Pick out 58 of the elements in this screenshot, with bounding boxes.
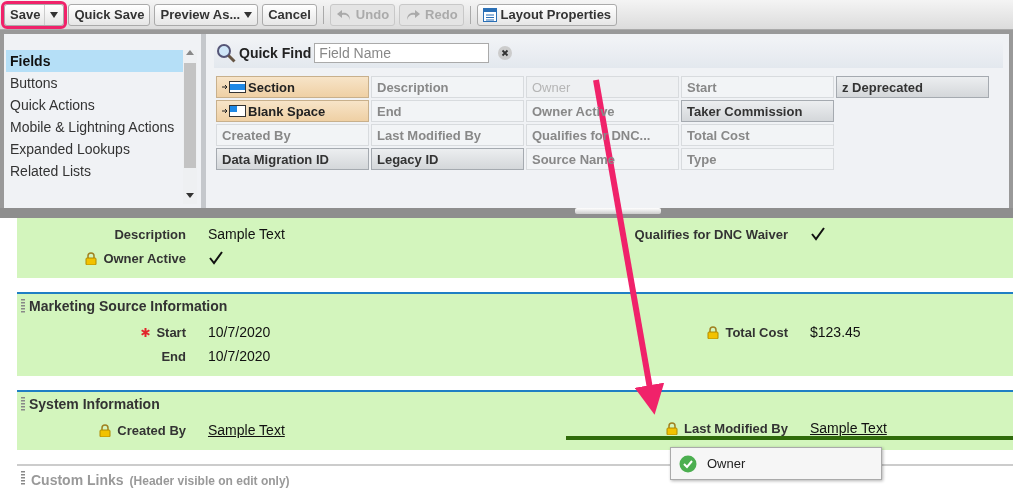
layout-properties-button[interactable]: Layout Properties bbox=[476, 3, 618, 26]
redo-arrow-icon bbox=[405, 8, 422, 21]
palette-category[interactable]: Fields bbox=[6, 50, 183, 72]
field-label: Created By bbox=[117, 422, 186, 438]
palette-category[interactable]: Quick Actions bbox=[6, 94, 183, 116]
palette-field-tile[interactable]: Legacy ID bbox=[371, 148, 524, 170]
palette-field-tile[interactable]: Blank Space bbox=[216, 100, 369, 122]
scroll-down-icon[interactable] bbox=[186, 193, 194, 198]
section-title: Marketing Source Information bbox=[29, 298, 228, 314]
quick-find-field[interactable]: Field Name bbox=[314, 43, 490, 63]
section-title: Custom Links bbox=[31, 472, 124, 488]
field-label: Description bbox=[114, 226, 186, 242]
save-button[interactable]: Save bbox=[4, 3, 65, 26]
palette-field-tile[interactable]: Data Migration ID bbox=[216, 148, 369, 170]
user-link[interactable]: Sample Text bbox=[810, 420, 887, 436]
lock-icon bbox=[666, 421, 678, 435]
clear-icon[interactable] bbox=[498, 46, 513, 60]
field-label: Last Modified By bbox=[684, 420, 788, 436]
palette-field-tile[interactable]: Section bbox=[216, 76, 369, 98]
lock-icon bbox=[707, 325, 720, 339]
section-title: System Information bbox=[29, 396, 160, 412]
palette-field-tile[interactable]: z Deprecated bbox=[836, 76, 989, 98]
resize-handle[interactable] bbox=[574, 208, 661, 214]
table-icon bbox=[482, 7, 497, 22]
field-label: Total Cost bbox=[725, 324, 788, 340]
search-icon bbox=[216, 43, 236, 63]
blank-space-insert-icon bbox=[222, 105, 246, 117]
palette-category[interactable]: Expanded Lookups bbox=[6, 138, 183, 160]
drag-handle-icon bbox=[21, 397, 25, 411]
toolbar-button[interactable]: Cancel bbox=[262, 3, 317, 26]
check-circle-icon bbox=[679, 454, 697, 473]
palette-category[interactable]: Related Lists bbox=[6, 160, 183, 182]
dropdown-button[interactable]: Preview As... bbox=[154, 3, 259, 26]
palette-field-tile[interactable]: Taker Commission bbox=[681, 100, 834, 122]
field-value: Sample Text bbox=[208, 226, 285, 242]
field-label: Start bbox=[156, 324, 186, 340]
section-note: (Header visible on edit only) bbox=[129, 474, 290, 488]
user-link[interactable]: Sample Text bbox=[208, 422, 285, 438]
palette-category[interactable]: Buttons bbox=[6, 72, 183, 94]
field-value: $123.45 bbox=[810, 324, 861, 340]
field-label: Qualifies for DNC Waiver bbox=[634, 226, 788, 242]
palette-category[interactable]: Mobile & Lightning Actions bbox=[6, 116, 183, 138]
section-insert-icon bbox=[222, 81, 246, 93]
toolbar-button[interactable]: Quick Save bbox=[68, 3, 151, 26]
field-value: 10/7/2020 bbox=[208, 348, 271, 364]
field-value: 10/7/2020 bbox=[208, 324, 271, 340]
drag-handle-icon bbox=[21, 471, 25, 485]
undo-arrow-icon bbox=[335, 8, 352, 21]
quick-find-label: Quick Find bbox=[239, 45, 312, 61]
drag-field-label: Owner bbox=[707, 456, 746, 471]
field-label: Owner Active bbox=[103, 250, 186, 266]
field-label: End bbox=[161, 348, 186, 364]
scroll-up-icon[interactable] bbox=[186, 50, 194, 55]
drag-handle-icon bbox=[21, 299, 25, 313]
caret-icon bbox=[50, 11, 59, 18]
lock-icon bbox=[85, 251, 98, 265]
caret-icon bbox=[244, 11, 253, 18]
lock-icon bbox=[99, 423, 112, 437]
